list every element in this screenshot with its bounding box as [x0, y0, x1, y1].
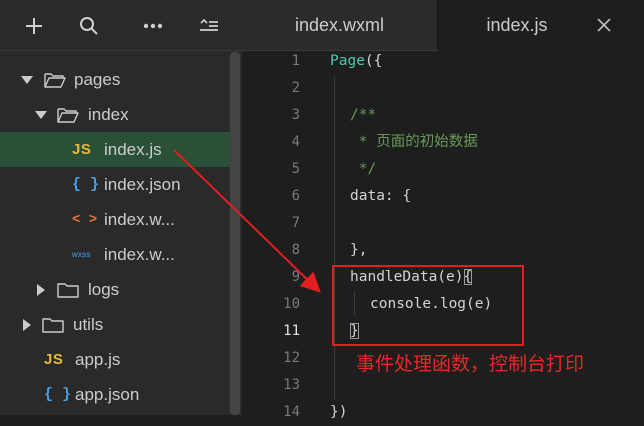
- code-keyword: Page: [330, 53, 365, 69]
- wxss-file-icon: wxss: [72, 250, 91, 259]
- plus-icon[interactable]: [20, 12, 48, 40]
- line-number: 1: [291, 53, 300, 69]
- collapse-icon[interactable]: [195, 12, 223, 40]
- json-file-icon: { }: [44, 386, 72, 403]
- editor-tabbar: index.wxml index.js: [242, 0, 644, 50]
- explorer-toolbar: [0, 0, 242, 50]
- line-number: 10: [283, 296, 300, 312]
- code-comment: /**: [350, 107, 377, 123]
- tree-item-index-wxss[interactable]: wxss index.w...: [0, 237, 232, 272]
- file-tree: pages index JS index.js { } index.json <…: [0, 62, 232, 412]
- tree-item-pages[interactable]: pages: [0, 62, 232, 97]
- caret-down-icon[interactable]: [34, 108, 48, 122]
- folder-icon: [57, 282, 79, 298]
- code-text: ({: [364, 53, 383, 69]
- code-line: }): [330, 404, 348, 420]
- tree-item-index-js[interactable]: JS index.js: [0, 132, 232, 167]
- tree-item-index-folder[interactable]: index: [0, 97, 232, 132]
- line-number: 8: [291, 242, 300, 258]
- tree-item-label: index.w...: [104, 209, 175, 229]
- tree-item-label: logs: [88, 279, 120, 299]
- annotation-label: 事件处理函数，控制台打印: [356, 353, 585, 375]
- tree-item-label: pages: [74, 69, 121, 89]
- toolbar-divider: [0, 50, 242, 51]
- code-comment: * 页面的初始数据: [350, 134, 478, 150]
- caret-down-icon[interactable]: [20, 73, 34, 87]
- line-number: 12: [283, 350, 300, 366]
- line-number: 14: [283, 404, 300, 420]
- sidebar-scrollbar[interactable]: [230, 52, 240, 415]
- tree-item-label: index: [88, 104, 129, 124]
- wxml-file-icon: < >: [72, 211, 98, 228]
- tree-item-logs[interactable]: logs: [0, 272, 232, 307]
- annotation-highlight-box: [332, 265, 524, 346]
- code-line: },: [350, 242, 368, 258]
- tab-label: index.wxml: [294, 14, 385, 35]
- tree-item-label: utils: [73, 314, 104, 334]
- more-icon[interactable]: [139, 12, 167, 40]
- line-number: 4: [291, 134, 300, 150]
- tree-item-app-json[interactable]: { } app.json: [0, 377, 232, 412]
- tree-item-index-json[interactable]: { } index.json: [0, 167, 232, 202]
- code-line: Page({: [330, 48, 640, 75]
- tree-item-app-js[interactable]: JS app.js: [0, 342, 232, 377]
- close-icon[interactable]: [594, 15, 614, 35]
- line-number: 7: [291, 215, 300, 231]
- tree-item-utils[interactable]: utils: [0, 307, 232, 342]
- folder-icon: [42, 317, 64, 333]
- json-file-icon: { }: [72, 176, 100, 193]
- js-file-icon: JS: [44, 351, 64, 368]
- folder-open-icon: [57, 107, 79, 123]
- tree-item-label: app.js: [75, 349, 121, 369]
- tree-item-label: index.w...: [104, 244, 175, 264]
- tree-item-label: index.json: [104, 174, 181, 194]
- line-number: 5: [291, 161, 300, 177]
- tree-item-label: app.json: [75, 384, 140, 404]
- line-number: 3: [291, 107, 300, 123]
- folder-open-icon: [44, 72, 66, 88]
- tree-item-index-wxml[interactable]: < > index.w...: [0, 202, 232, 237]
- tree-item-label: index.js: [104, 139, 162, 159]
- line-number: 9: [291, 269, 300, 285]
- caret-right-icon[interactable]: [34, 283, 48, 297]
- tab-label: index.js: [486, 14, 548, 35]
- file-explorer-sidebar: pages index JS index.js { } index.json <…: [0, 0, 242, 415]
- caret-right-icon[interactable]: [20, 318, 34, 332]
- code-comment: */: [350, 161, 377, 177]
- tab-index-wxml[interactable]: index.wxml: [242, 0, 437, 50]
- line-number: 6: [291, 188, 300, 204]
- js-file-icon: JS: [72, 141, 92, 158]
- code-line: data: {: [350, 188, 412, 204]
- line-number-active: 11: [283, 323, 300, 339]
- line-number: 2: [291, 80, 300, 96]
- search-icon[interactable]: [75, 12, 103, 40]
- line-number-gutter: 1 2 3 4 5 6 7 8 9 10 11 12 13 14: [242, 48, 300, 426]
- line-number: 13: [283, 377, 300, 393]
